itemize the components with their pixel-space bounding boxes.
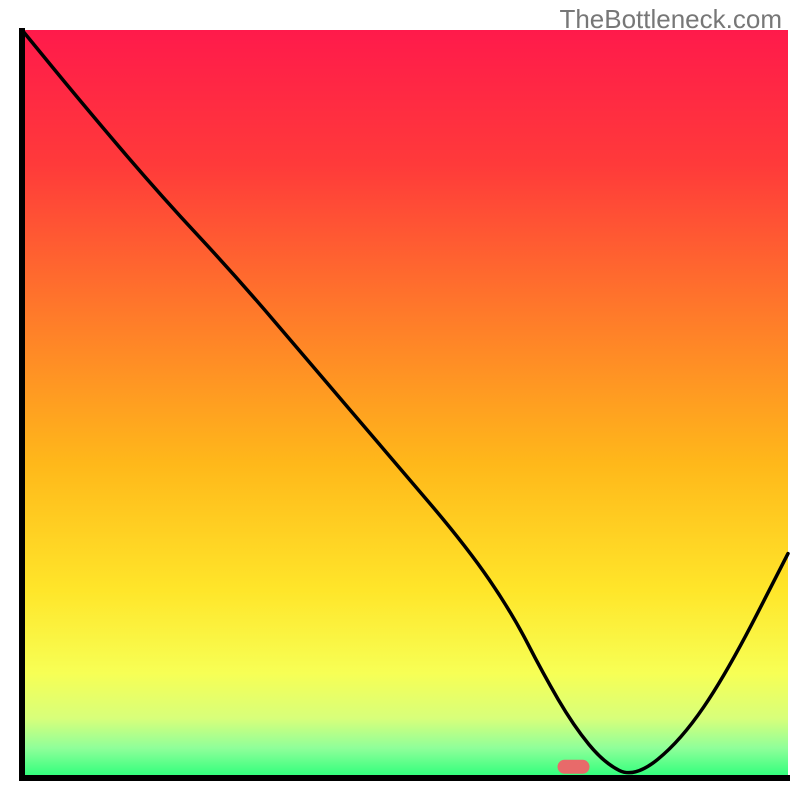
plot-background xyxy=(22,30,788,778)
optimal-marker xyxy=(558,760,590,774)
chart-svg xyxy=(0,0,800,800)
bottleneck-chart: TheBottleneck.com xyxy=(0,0,800,800)
watermark-text: TheBottleneck.com xyxy=(559,4,782,35)
